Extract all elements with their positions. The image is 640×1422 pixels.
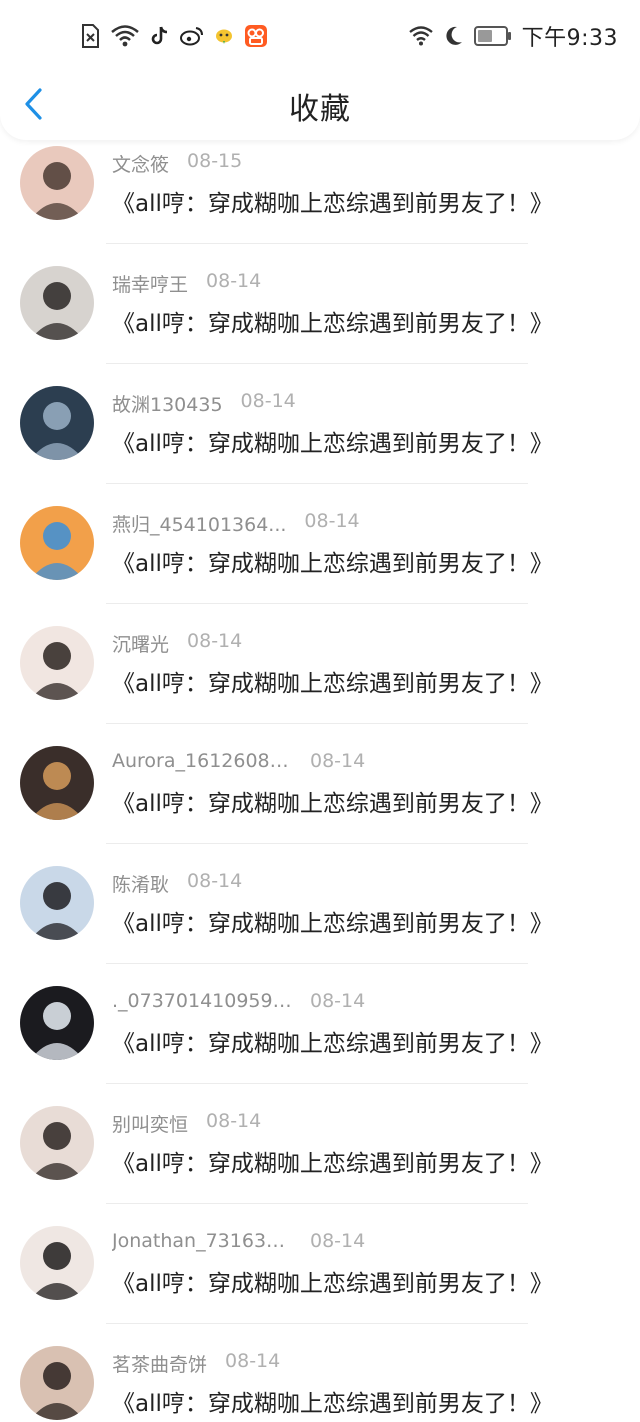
favorite-title[interactable]: 《all哼：穿成糊咖上恋综遇到前男友了！》 [112, 664, 553, 698]
tiktok-icon [150, 25, 170, 47]
date: 08-14 [187, 630, 243, 652]
username[interactable]: 沉曙光 [112, 630, 169, 657]
username[interactable]: Jonathan_731631... [112, 1230, 292, 1252]
item-meta: 瑞幸哼王 08-14 [112, 270, 261, 300]
avatar[interactable] [20, 506, 94, 580]
item-meta: 沉曙光 08-14 [112, 630, 242, 660]
date: 08-14 [206, 1110, 262, 1132]
favorite-title[interactable]: 《all哼：穿成糊咖上恋综遇到前男友了！》 [112, 1144, 553, 1178]
list-item[interactable]: 别叫奕恒 08-14 《all哼：穿成糊咖上恋综遇到前男友了！》 [0, 1100, 640, 1220]
date: 08-14 [206, 270, 262, 292]
wifi-icon [110, 24, 140, 48]
list-item[interactable]: 沉曙光 08-14 《all哼：穿成糊咖上恋综遇到前男友了！》 [0, 620, 640, 740]
avatar[interactable] [20, 746, 94, 820]
divider [106, 963, 528, 964]
item-meta: 茗茶曲奇饼 08-14 [112, 1350, 280, 1380]
header: 下午9:33 收藏 [0, 0, 640, 140]
divider [106, 243, 528, 244]
item-meta: 文念筱 08-15 [112, 150, 242, 180]
avatar[interactable] [20, 986, 94, 1060]
divider [106, 1083, 528, 1084]
kuaishou-icon [244, 24, 268, 48]
date: 08-14 [304, 510, 360, 532]
item-meta: 别叫奕恒 08-14 [112, 1110, 261, 1140]
divider [106, 1323, 528, 1324]
weibo-icon [180, 26, 204, 46]
avatar[interactable] [20, 626, 94, 700]
avatar[interactable] [20, 1346, 94, 1420]
list-item[interactable]: ._0737014109597... 08-14 《all哼：穿成糊咖上恋综遇到前男… [0, 980, 640, 1100]
list-item[interactable]: 陈淆耿 08-14 《all哼：穿成糊咖上恋综遇到前男友了！》 [0, 860, 640, 980]
username[interactable]: 陈淆耿 [112, 870, 169, 897]
divider [106, 603, 528, 604]
favorite-title[interactable]: 《all哼：穿成糊咖上恋综遇到前男友了！》 [112, 304, 553, 338]
username[interactable]: 茗茶曲奇饼 [112, 1350, 207, 1377]
list-item[interactable]: 瑞幸哼王 08-14 《all哼：穿成糊咖上恋综遇到前男友了！》 [0, 260, 640, 380]
favorite-title[interactable]: 《all哼：穿成糊咖上恋综遇到前男友了！》 [112, 784, 553, 818]
username[interactable]: 燕归_454101364... [112, 510, 286, 537]
list-item[interactable]: 文念筱 08-15 《all哼：穿成糊咖上恋综遇到前男友了！》 [0, 140, 640, 260]
date: 08-14 [240, 390, 296, 412]
list-item[interactable]: Jonathan_731631... 08-14 《all哼：穿成糊咖上恋综遇到前男… [0, 1220, 640, 1340]
status-time: 下午9:33 [521, 26, 618, 51]
avatar[interactable] [20, 266, 94, 340]
date: 08-14 [310, 1230, 366, 1252]
favorite-title[interactable]: 《all哼：穿成糊咖上恋综遇到前男友了！》 [112, 1264, 553, 1298]
favorite-title[interactable]: 《all哼：穿成糊咖上恋综遇到前男友了！》 [112, 184, 553, 218]
battery-icon [473, 25, 512, 47]
date: 08-14 [310, 750, 366, 772]
username[interactable]: ._0737014109597... [112, 990, 292, 1012]
list-item[interactable]: Aurora_16126087... 08-14 《all哼：穿成糊咖上恋综遇到前男… [0, 740, 640, 860]
username[interactable]: 故渊130435 [112, 390, 223, 417]
list-item[interactable]: 故渊130435 08-14 《all哼：穿成糊咖上恋综遇到前男友了！》 [0, 380, 640, 500]
favorite-title[interactable]: 《all哼：穿成糊咖上恋综遇到前男友了！》 [112, 424, 553, 458]
moon-icon [444, 25, 464, 47]
status-bar: 下午9:33 [0, 0, 640, 72]
avatar[interactable] [20, 866, 94, 940]
status-bar-system: 下午9:33 [408, 20, 618, 52]
username[interactable]: Aurora_16126087... [112, 750, 292, 772]
item-meta: Aurora_16126087... 08-14 [112, 750, 365, 780]
status-bar-notifications [80, 22, 268, 50]
sim-off-icon [80, 23, 100, 49]
date: 08-14 [187, 870, 243, 892]
date: 08-14 [310, 990, 366, 1012]
navigation-bar: 收藏 [0, 72, 640, 138]
item-meta: 陈淆耿 08-14 [112, 870, 242, 900]
username[interactable]: 文念筱 [112, 150, 169, 177]
list-item[interactable]: 茗茶曲奇饼 08-14 《all哼：穿成糊咖上恋综遇到前男友了！》 [0, 1340, 640, 1422]
favorite-title[interactable]: 《all哼：穿成糊咖上恋综遇到前男友了！》 [112, 1024, 553, 1058]
wifi-icon [408, 25, 434, 47]
divider [106, 483, 528, 484]
date: 08-14 [225, 1350, 281, 1372]
item-meta: ._0737014109597... 08-14 [112, 990, 365, 1020]
item-meta: Jonathan_731631... 08-14 [112, 1230, 365, 1260]
divider [106, 363, 528, 364]
favorite-title[interactable]: 《all哼：穿成糊咖上恋综遇到前男友了！》 [112, 544, 553, 578]
avatar[interactable] [20, 1106, 94, 1180]
item-meta: 燕归_454101364... 08-14 [112, 510, 360, 540]
avatar[interactable] [20, 386, 94, 460]
divider [106, 723, 528, 724]
username[interactable]: 别叫奕恒 [112, 1110, 188, 1137]
page-title: 收藏 [289, 92, 351, 127]
list-item[interactable]: 燕归_454101364... 08-14 《all哼：穿成糊咖上恋综遇到前男友了！… [0, 500, 640, 620]
username[interactable]: 瑞幸哼王 [112, 270, 188, 297]
avatar[interactable] [20, 146, 94, 220]
date: 08-15 [187, 150, 243, 172]
favorite-title[interactable]: 《all哼：穿成糊咖上恋综遇到前男友了！》 [112, 1384, 553, 1418]
favorites-page: 下午9:33 收藏 文念筱 08-15 《all哼：穿成糊咖上恋综遇到前男友了！》瑞… [0, 0, 640, 1422]
bird-app-icon [214, 26, 234, 46]
favorites-list: 文念筱 08-15 《all哼：穿成糊咖上恋综遇到前男友了！》 瑞幸哼王 08-14 《a… [0, 140, 640, 1422]
favorite-title[interactable]: 《all哼：穿成糊咖上恋综遇到前男友了！》 [112, 904, 553, 938]
avatar[interactable] [20, 1226, 94, 1300]
divider [106, 1203, 528, 1204]
divider [106, 843, 528, 844]
item-meta: 故渊130435 08-14 [112, 390, 296, 420]
